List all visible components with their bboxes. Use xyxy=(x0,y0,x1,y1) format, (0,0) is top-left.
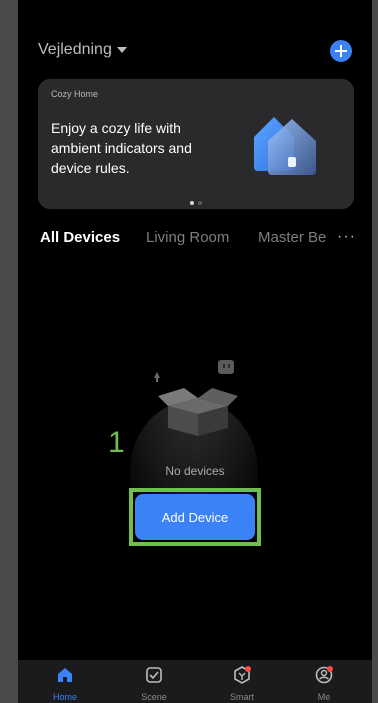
bottom-nav: Home Scene Smart Me xyxy=(18,660,372,703)
house-icon xyxy=(254,117,316,175)
top-bar: Vejledning xyxy=(38,38,352,66)
carousel-dots xyxy=(188,192,204,209)
nav-scene[interactable]: Scene xyxy=(124,666,184,702)
room-tabs: All Devices Living Room Master Be ··· xyxy=(40,228,356,249)
annotation-number: 1 xyxy=(108,426,125,459)
add-device-label: Add Device xyxy=(161,509,229,525)
tab-living-room[interactable]: Living Room xyxy=(146,229,229,246)
empty-box-icon xyxy=(154,360,238,436)
me-icon xyxy=(315,666,333,684)
home-icon xyxy=(58,668,72,682)
caret-down-icon xyxy=(116,46,127,53)
nav-me-label: Me xyxy=(317,692,331,702)
tab-master-bedroom[interactable]: Master Be xyxy=(258,229,326,246)
add-icon[interactable] xyxy=(330,40,352,62)
device-frame-right xyxy=(372,0,378,703)
tab-all-devices[interactable]: All Devices xyxy=(40,229,120,246)
nav-home[interactable]: Home xyxy=(35,666,95,702)
home-selector[interactable]: Vejledning xyxy=(38,41,127,59)
nav-me[interactable]: Me xyxy=(294,666,354,702)
add-device-button[interactable]: Add Device xyxy=(135,494,255,540)
device-frame-left xyxy=(0,0,18,703)
nav-scene-label: Scene xyxy=(141,692,167,702)
no-devices-text: No devices xyxy=(165,464,225,478)
promo-banner[interactable]: Cozy Home Enjoy a cozy life with ambient… xyxy=(38,79,354,209)
nav-smart-label: Smart xyxy=(229,692,254,702)
phone-screen: Vejledning Cozy Home Enjoy a cozy life w… xyxy=(18,0,372,703)
banner-text: Enjoy a cozy life with ambient indicator… xyxy=(51,120,192,176)
nav-smart[interactable]: Smart xyxy=(212,666,272,702)
empty-state: 1 No devices xyxy=(18,340,372,520)
home-name: Vejledning xyxy=(38,41,112,58)
banner-subtitle: Cozy Home xyxy=(51,89,99,99)
scene-icon xyxy=(146,667,162,683)
more-icon[interactable]: ··· xyxy=(337,228,356,246)
carousel-dot xyxy=(198,201,202,205)
nav-home-label: Home xyxy=(52,692,77,702)
carousel-dot-active xyxy=(190,201,194,205)
smart-icon xyxy=(234,666,251,684)
